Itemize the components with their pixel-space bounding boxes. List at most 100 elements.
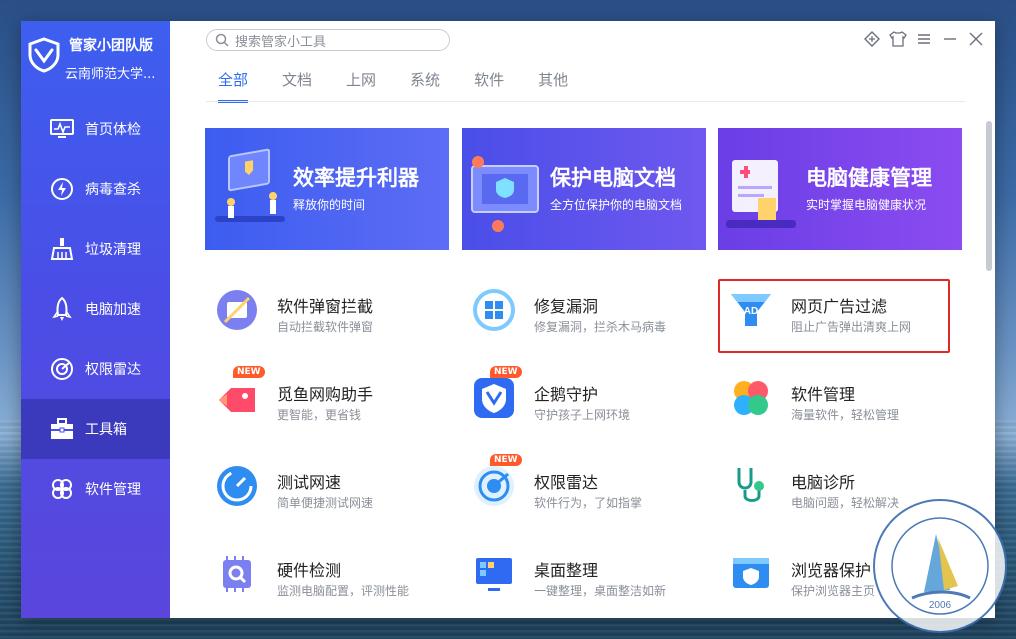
- feedback-icon[interactable]: [863, 30, 881, 48]
- minimize-icon[interactable]: [941, 30, 959, 48]
- tool-name: 企鹅守护: [534, 385, 599, 404]
- search-icon: [215, 33, 229, 47]
- tool-desktop-organizer[interactable]: 桌面整理 一键整理，桌面整洁如新: [462, 540, 698, 612]
- brand: 管家小团队版 云南师范大学...: [27, 33, 167, 93]
- tool-hardware-check[interactable]: 硬件检测 监测电脑配置，评测性能: [205, 540, 441, 612]
- menu-icon[interactable]: [915, 30, 933, 48]
- banner-health[interactable]: 电脑健康管理 实时掌握电脑健康状况: [718, 128, 962, 250]
- sidebar-item-label: 首页体检: [85, 122, 141, 138]
- tab-system[interactable]: 系统: [410, 69, 440, 103]
- tool-fix-vulnerability[interactable]: 修复漏洞 修复漏洞，拦杀木马病毒: [462, 276, 698, 348]
- new-badge: NEW: [490, 454, 522, 466]
- toolbox-icon: [49, 416, 75, 442]
- brand-subtitle: 云南师范大学...: [65, 67, 156, 82]
- document-protect-illustration-icon: [471, 156, 539, 232]
- speedometer-icon: [217, 466, 257, 506]
- sidebar-item-toolbox[interactable]: 工具箱: [21, 399, 170, 459]
- banner-row: 效率提升利器 释放你的时间 保护电脑文档 全方位保护你的电脑文档 电脑健康管理 …: [205, 128, 965, 250]
- sidebar: 管家小团队版 云南师范大学... 首页体检 病毒查杀 垃圾清理 电脑加速 权限雷…: [21, 21, 170, 618]
- banner-title: 电脑健康管理: [806, 166, 932, 190]
- search-input[interactable]: 搜索管家小工具: [235, 31, 326, 50]
- sidebar-item-label: 电脑加速: [85, 302, 141, 318]
- tab-all[interactable]: 全部: [218, 69, 249, 103]
- sidebar-item-virus-scan[interactable]: 病毒查杀: [21, 159, 170, 219]
- new-badge: NEW: [233, 366, 265, 378]
- banner-title: 保护电脑文档: [550, 166, 676, 190]
- tool-desc: 修复漏洞，拦杀木马病毒: [534, 320, 667, 334]
- tab-documents[interactable]: 文档: [282, 69, 312, 103]
- scrollbar[interactable]: [986, 121, 992, 271]
- seal-year: 2006: [929, 600, 952, 611]
- tool-name: 觅鱼网购助手: [277, 385, 374, 404]
- tool-desc: 监测电脑配置，评测性能: [277, 584, 410, 598]
- tool-desc: 一键整理，桌面整洁如新: [534, 584, 667, 598]
- tool-desc: 更智能，更省钱: [277, 408, 362, 422]
- banner-protect-docs[interactable]: 保护电脑文档 全方位保护你的电脑文档: [462, 128, 706, 250]
- tool-permission-radar[interactable]: NEW 权限雷达 软件行为，了如指掌: [462, 452, 698, 524]
- search-box[interactable]: 搜索管家小工具: [206, 29, 450, 51]
- tab-other[interactable]: 其他: [538, 69, 568, 103]
- banner-title: 效率提升利器: [293, 166, 419, 190]
- tool-name: 电脑诊所: [791, 473, 856, 492]
- banner-efficiency[interactable]: 效率提升利器 释放你的时间: [205, 128, 449, 250]
- banner-subtitle: 实时掌握电脑健康状况: [806, 198, 927, 212]
- close-icon[interactable]: [967, 30, 985, 48]
- banner-subtitle: 释放你的时间: [293, 198, 366, 212]
- app-window: 管家小团队版 云南师范大学... 首页体检 病毒查杀 垃圾清理 电脑加速 权限雷…: [21, 21, 995, 618]
- stethoscope-icon: [737, 468, 764, 502]
- clover-icon: [734, 381, 768, 415]
- tool-name: 软件弹窗拦截: [277, 297, 374, 316]
- windows-repair-icon: [473, 289, 515, 331]
- tool-popup-block[interactable]: 软件弹窗拦截 自动拦截软件弹窗: [205, 276, 441, 348]
- sidebar-item-software[interactable]: 软件管理: [21, 459, 170, 519]
- tool-desc: 海量软件，轻松管理: [791, 408, 900, 422]
- tool-desc: 自动拦截软件弹窗: [277, 320, 374, 334]
- tool-speed-test[interactable]: 测试网速 简单便捷测试网速: [205, 452, 441, 524]
- fish-tag-icon: [219, 388, 255, 412]
- sidebar-item-label: 权限雷达: [85, 362, 141, 378]
- sidebar-item-label: 工具箱: [85, 422, 127, 438]
- sidebar-item-label: 垃圾清理: [85, 242, 141, 258]
- tencent-shield-logo-icon: [28, 37, 60, 73]
- browser-shield-icon: [733, 558, 769, 588]
- sidebar-item-checkup[interactable]: 首页体检: [21, 99, 170, 159]
- category-tabs: 全部 文档 上网 系统 软件 其他: [218, 69, 602, 103]
- sidebar-item-permission-radar[interactable]: 权限雷达: [21, 339, 170, 399]
- tool-name: 软件管理: [791, 385, 856, 404]
- sidebar-item-label: 软件管理: [85, 482, 141, 498]
- rocket-icon: [49, 296, 75, 322]
- tool-desc: 简单便捷测试网速: [277, 496, 374, 510]
- sidebar-nav: 首页体检 病毒查杀 垃圾清理 电脑加速 权限雷达 工具箱 软件管理: [21, 99, 170, 519]
- tab-internet[interactable]: 上网: [346, 69, 376, 103]
- sidebar-item-speedup[interactable]: 电脑加速: [21, 279, 170, 339]
- tool-name: 权限雷达: [534, 473, 599, 492]
- radar-icon: [474, 466, 514, 506]
- banner-subtitle: 全方位保护你的电脑文档: [550, 198, 683, 212]
- desktop-icon: [476, 558, 512, 591]
- broom-icon: [49, 236, 75, 262]
- sidebar-item-cleanup[interactable]: 垃圾清理: [21, 219, 170, 279]
- tab-divider: [206, 101, 965, 102]
- popup-block-icon: [217, 290, 257, 330]
- tool-desc: 保护浏览器主页: [791, 584, 876, 598]
- tool-name: 硬件检测: [277, 561, 342, 580]
- tool-name: 浏览器保护: [791, 561, 872, 580]
- penguin-shield-icon: [474, 378, 514, 418]
- tool-desc: 守护孩子上网环境: [534, 408, 631, 422]
- tab-software[interactable]: 软件: [474, 69, 504, 103]
- tool-name: 修复漏洞: [534, 297, 599, 316]
- efficiency-illustration-icon: [215, 148, 285, 222]
- new-badge: NEW: [490, 366, 522, 378]
- brand-title: 管家小团队版: [69, 38, 153, 54]
- radar-icon: [49, 356, 75, 382]
- chip-search-icon: [223, 556, 251, 592]
- skin-icon[interactable]: [889, 30, 907, 48]
- lightning-shield-icon: [49, 176, 75, 202]
- tool-penguin-guard[interactable]: NEW 企鹅守护 守护孩子上网环境: [462, 364, 698, 436]
- tool-name: 桌面整理: [534, 561, 599, 580]
- tool-shopping-assistant[interactable]: NEW 觅鱼网购助手 更智能，更省钱: [205, 364, 441, 436]
- tool-desc: 软件行为，了如指掌: [534, 496, 643, 510]
- apps-icon: [49, 476, 75, 502]
- sidebar-item-label: 病毒查杀: [85, 182, 141, 198]
- tool-software-manager[interactable]: 软件管理 海量软件，轻松管理: [719, 364, 955, 436]
